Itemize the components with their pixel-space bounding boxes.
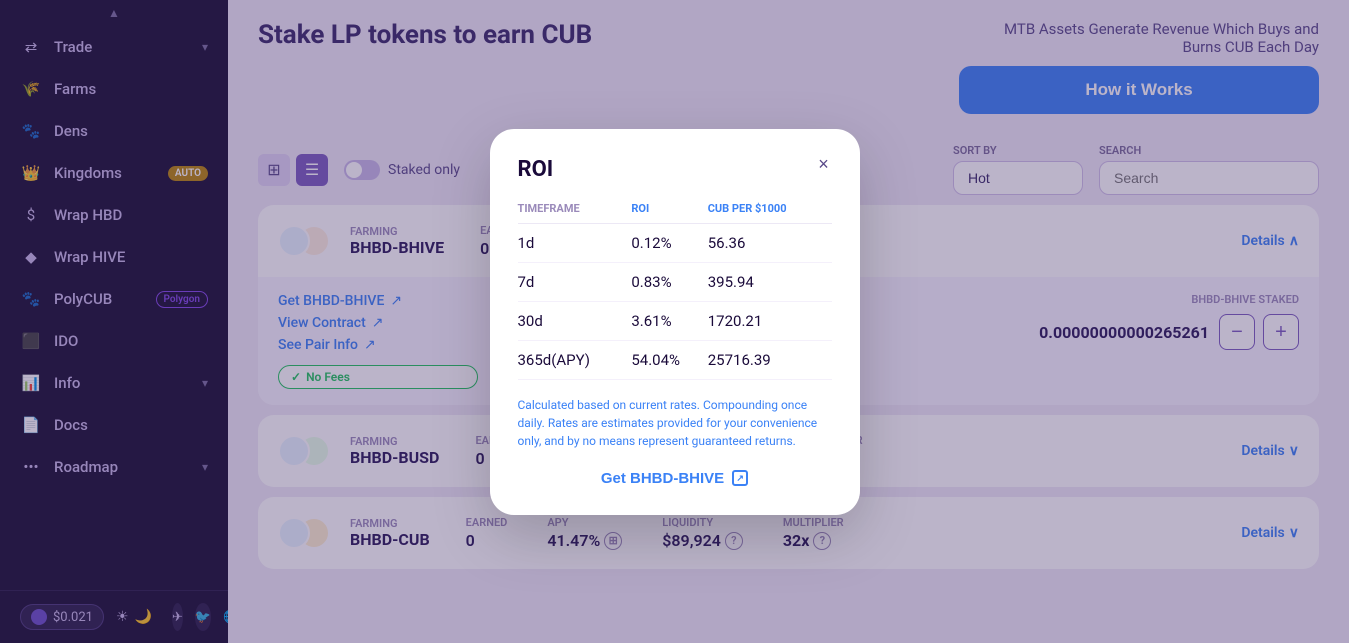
roi-table-row: 30d 3.61% 1720.21 xyxy=(518,301,832,340)
roi-table-row: 1d 0.12% 56.36 xyxy=(518,223,832,262)
roi-cub-per-1000: 25716.39 xyxy=(708,340,832,379)
col-roi: ROI xyxy=(631,202,707,224)
modal-overlay[interactable]: ROI × TIMEFRAME ROI CUB PER $1000 1d 0.1… xyxy=(0,0,1349,643)
roi-value: 54.04% xyxy=(631,340,707,379)
modal-title: ROI xyxy=(518,157,832,182)
roi-timeframe: 365d(APY) xyxy=(518,340,632,379)
modal-close-button[interactable]: × xyxy=(810,151,838,179)
roi-value: 3.61% xyxy=(631,301,707,340)
roi-timeframe: 1d xyxy=(518,223,632,262)
external-link-icon: ↗ xyxy=(732,470,748,486)
roi-value: 0.12% xyxy=(631,223,707,262)
get-btn-label: Get BHBD-BHIVE xyxy=(601,470,724,487)
roi-timeframe: 7d xyxy=(518,262,632,301)
roi-table: TIMEFRAME ROI CUB PER $1000 1d 0.12% 56.… xyxy=(518,202,832,380)
roi-cub-per-1000: 395.94 xyxy=(708,262,832,301)
col-timeframe: TIMEFRAME xyxy=(518,202,632,224)
get-bhbd-bhive-button[interactable]: Get BHBD-BHIVE ↗ xyxy=(518,470,832,487)
col-cub-per-1000: CUB PER $1000 xyxy=(708,202,832,224)
roi-table-row: 365d(APY) 54.04% 25716.39 xyxy=(518,340,832,379)
roi-value: 0.83% xyxy=(631,262,707,301)
roi-table-row: 7d 0.83% 395.94 xyxy=(518,262,832,301)
roi-cub-per-1000: 1720.21 xyxy=(708,301,832,340)
modal-note: Calculated based on current rates. Compo… xyxy=(518,396,832,450)
roi-cub-per-1000: 56.36 xyxy=(708,223,832,262)
roi-timeframe: 30d xyxy=(518,301,632,340)
roi-modal: ROI × TIMEFRAME ROI CUB PER $1000 1d 0.1… xyxy=(490,129,860,515)
